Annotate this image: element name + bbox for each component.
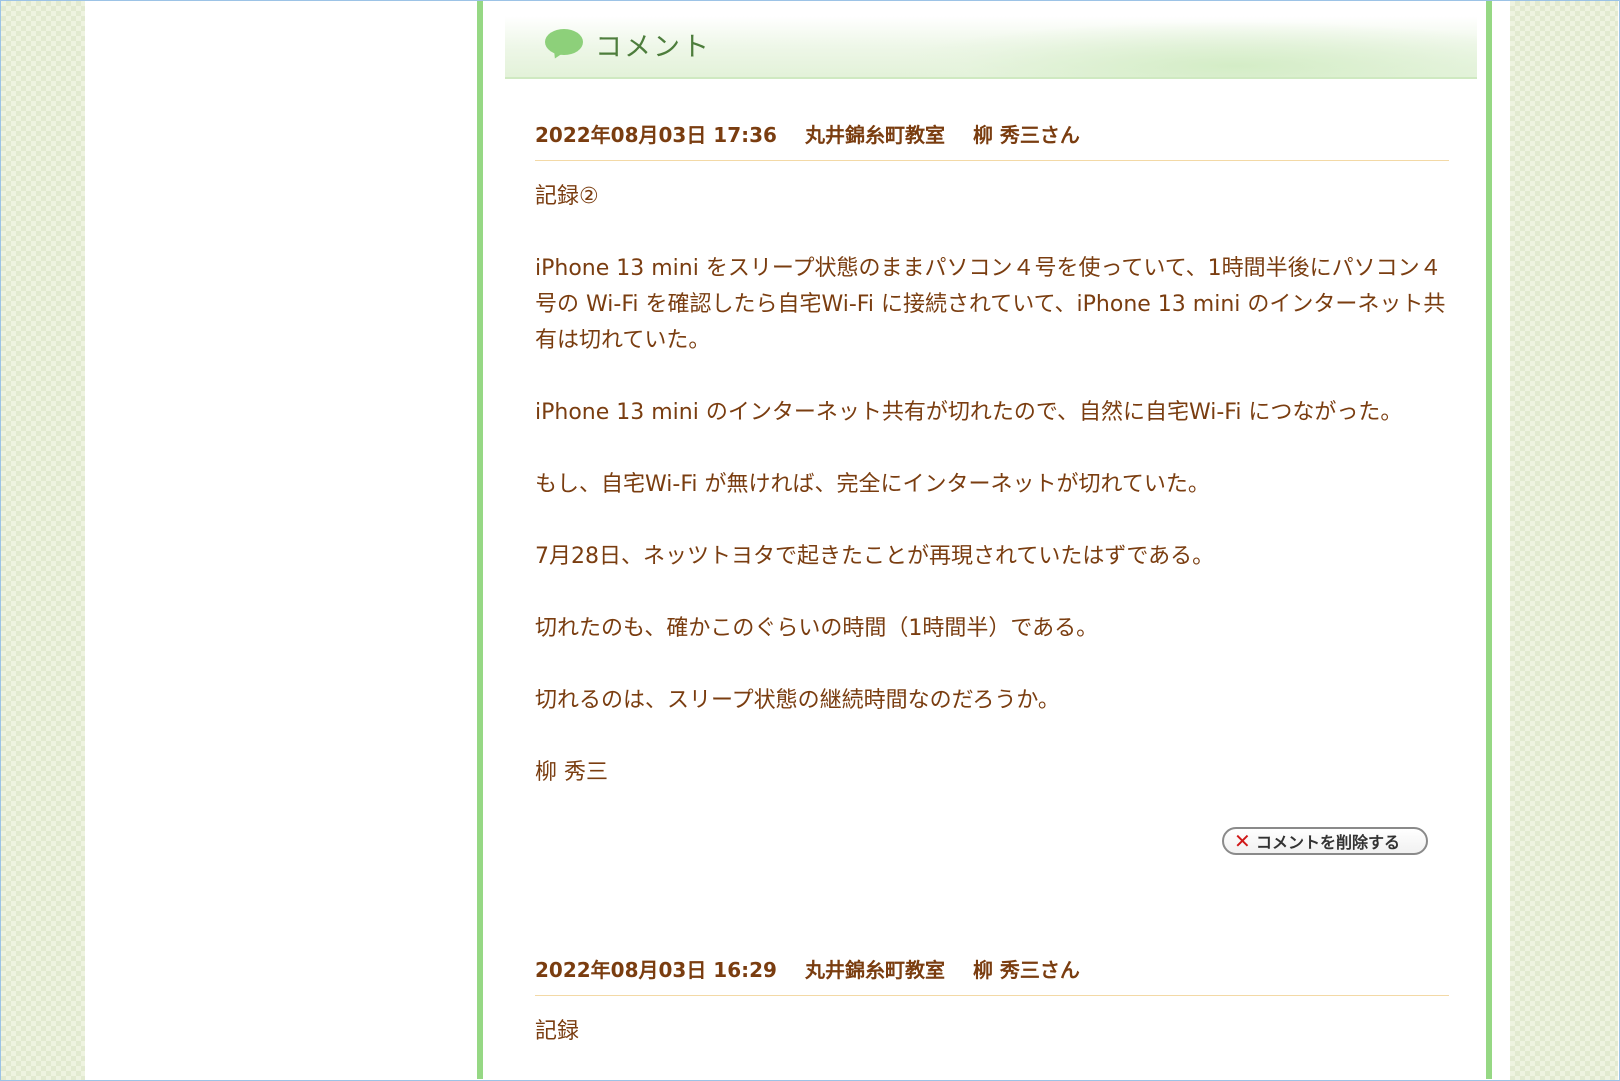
comment-paragraph: iPhone 13 mini のインターネット共有が切れたので、自然に自宅Wi-… <box>535 400 1403 425</box>
comment-paragraph: 記録 <box>535 1019 580 1044</box>
comment-item: 2022年08月03日 17:36 丸井錦糸町教室 柳 秀三さん 記録② iPhon… <box>535 119 1449 791</box>
comment-column: コメント 2022年08月03日 17:36 丸井錦糸町教室柳 秀三さん 記録② … <box>477 1 1492 1079</box>
comment-author: 柳 秀三さん <box>972 958 1080 982</box>
section-title: コメント <box>595 32 711 63</box>
comment-paragraph: iPhone 13 mini をスリープ状態のままパソコン４号を使っていて、1時… <box>535 256 1446 353</box>
comment-meta: 2022年08月03日 17:36 丸井錦糸町教室 柳 秀三さん <box>535 119 1449 161</box>
comment-author: 柳 秀三さん <box>972 123 1080 147</box>
comment-body: 記録② iPhone 13 mini をスリープ状態のままパソコン４号を使ってい… <box>535 179 1449 791</box>
comment-paragraph: 記録② <box>535 184 599 209</box>
comment-date: 2022年08月03日 16:29 <box>535 958 777 982</box>
comment-paragraph: 切れたのも、確かこのぐらいの時間（1時間半）である。 <box>535 616 1099 641</box>
comment-body: 記録 <box>535 1014 1449 1050</box>
delete-comment-label: コメントを削除する <box>1256 833 1401 852</box>
comment-signature: 柳 秀三 <box>535 760 608 785</box>
left-background-pattern <box>1 1 85 1080</box>
comment-classroom: 丸井錦糸町教室 <box>804 123 945 147</box>
header-decoration <box>885 21 1477 77</box>
right-background-pattern <box>1510 1 1618 1080</box>
comment-classroom: 丸井錦糸町教室 <box>804 958 945 982</box>
comment-meta: 2022年08月03日 16:29 丸井錦糸町教室 柳 秀三さん <box>535 954 1449 996</box>
speech-bubble-icon <box>545 29 583 55</box>
delete-x-icon: ✕ <box>1234 829 1251 853</box>
comment-paragraph: 切れるのは、スリープ状態の継続時間なのだろうか。 <box>535 688 1060 713</box>
left-blank-area <box>85 1 478 1080</box>
comment-date: 2022年08月03日 17:36 <box>535 123 777 147</box>
comment-paragraph: もし、自宅Wi-Fi が無ければ、完全にインターネットが切れていた。 <box>535 472 1210 497</box>
comment-paragraph: 7月28日、ネッツトヨタで起きたことが再現されていたはずである。 <box>535 544 1215 569</box>
comment-item: 2022年08月03日 16:29 丸井錦糸町教室 柳 秀三さん 記録 <box>535 954 1449 1050</box>
comment-section-header: コメント <box>505 1 1477 79</box>
delete-comment-button[interactable]: ✕ コメントを削除する <box>1222 827 1428 855</box>
